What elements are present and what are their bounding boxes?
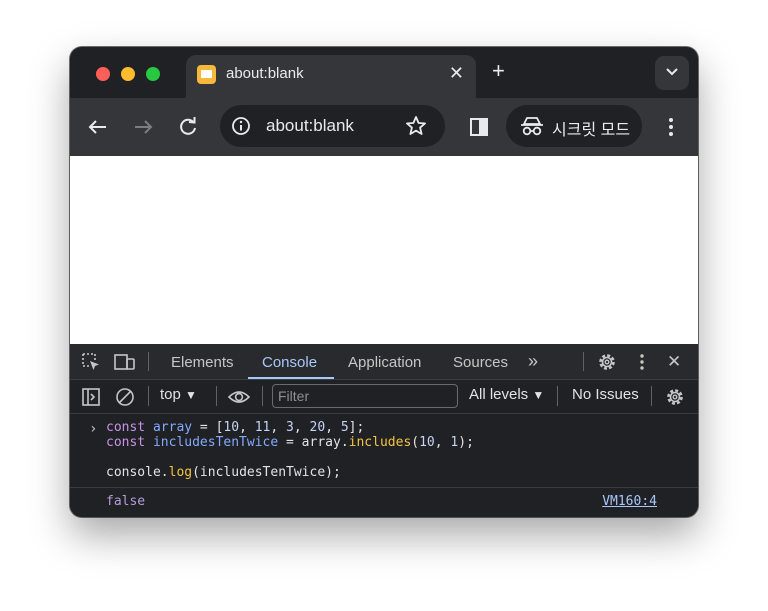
caret-down-icon: ▼ [185,388,197,402]
filter-input[interactable]: Filter [272,384,458,408]
incognito-icon [521,117,543,136]
active-tab-indicator [248,377,334,379]
devtools-menu-icon[interactable] [632,352,652,372]
divider [583,352,584,371]
page-viewport[interactable] [70,156,698,344]
divider [557,386,558,406]
console-settings-icon[interactable] [665,387,685,407]
side-panel-icon[interactable] [466,114,492,140]
device-toolbar-icon[interactable] [114,352,136,372]
devtools-tab-bar: Elements Console Application Sources » ✕ [70,344,698,380]
minimize-window-button[interactable] [121,67,135,81]
new-tab-button[interactable]: + [492,60,505,82]
context-label: top [160,386,181,403]
clear-console-icon[interactable] [115,387,135,407]
divider [216,386,217,406]
caret-down-icon: ▼ [532,388,545,402]
divider [148,352,149,371]
divider [262,386,263,406]
code-line: const includesTenTwice = array.includes(… [106,435,474,450]
tab-search-button[interactable] [655,56,689,90]
inspect-element-icon[interactable] [81,352,101,372]
source-link[interactable]: VM160:4 [602,494,657,509]
code-line: console.log(includesTenTwice); [106,465,341,480]
star-icon[interactable] [404,114,428,138]
browser-window: about:blank ✕ + about:blank 시크릿 모드 Eleme… [70,47,698,517]
browser-toolbar: about:blank 시크릿 모드 [70,98,698,156]
console-prompt-icon: › [89,421,98,437]
tab-close-icon[interactable]: ✕ [449,63,464,84]
divider [148,386,149,406]
tab-application[interactable]: Application [348,354,421,371]
more-tabs-icon[interactable]: » [528,351,538,372]
kebab-menu-icon[interactable] [658,114,684,140]
tab-sources[interactable]: Sources [453,354,508,371]
tab-about-blank[interactable]: about:blank ✕ [186,55,476,98]
levels-label: All levels [469,386,529,403]
forward-arrow-icon[interactable] [130,114,156,140]
reload-icon[interactable] [175,114,201,140]
code-line: const array = [10, 11, 3, 20, 5]; [106,420,365,435]
console-output[interactable]: › const array = [10, 11, 3, 20, 5]; cons… [70,414,698,517]
url-text[interactable]: about:blank [266,116,354,136]
tab-elements[interactable]: Elements [171,354,234,371]
incognito-indicator[interactable]: 시크릿 모드 [506,105,642,147]
sidebar-toggle-icon[interactable] [81,387,101,407]
tab-console[interactable]: Console [262,354,317,371]
context-selector[interactable]: top ▼ [160,386,197,403]
tab-title: about:blank [226,65,304,82]
back-arrow-icon[interactable] [85,114,111,140]
filter-placeholder: Filter [278,388,310,404]
chevron-down-icon [666,68,678,76]
page-favicon-icon [197,65,216,84]
close-devtools-icon[interactable]: ✕ [667,352,681,372]
console-result-row: false VM160:4 [70,487,698,512]
address-bar[interactable]: about:blank [220,105,445,147]
tab-strip: about:blank ✕ + [70,47,698,98]
maximize-window-button[interactable] [146,67,160,81]
log-levels-dropdown[interactable]: All levels ▼ [469,386,544,403]
divider [651,386,652,406]
close-window-button[interactable] [96,67,110,81]
devtools-panel: Elements Console Application Sources » ✕ [70,344,698,517]
result-value: false [106,494,146,509]
info-icon[interactable] [231,116,251,136]
console-toolbar: top ▼ Filter All levels ▼ No Issues [70,380,698,414]
issues-counter[interactable]: No Issues [572,386,639,403]
live-expression-eye-icon[interactable] [227,387,251,407]
incognito-label: 시크릿 모드 [552,122,631,139]
settings-gear-icon[interactable] [597,352,617,372]
